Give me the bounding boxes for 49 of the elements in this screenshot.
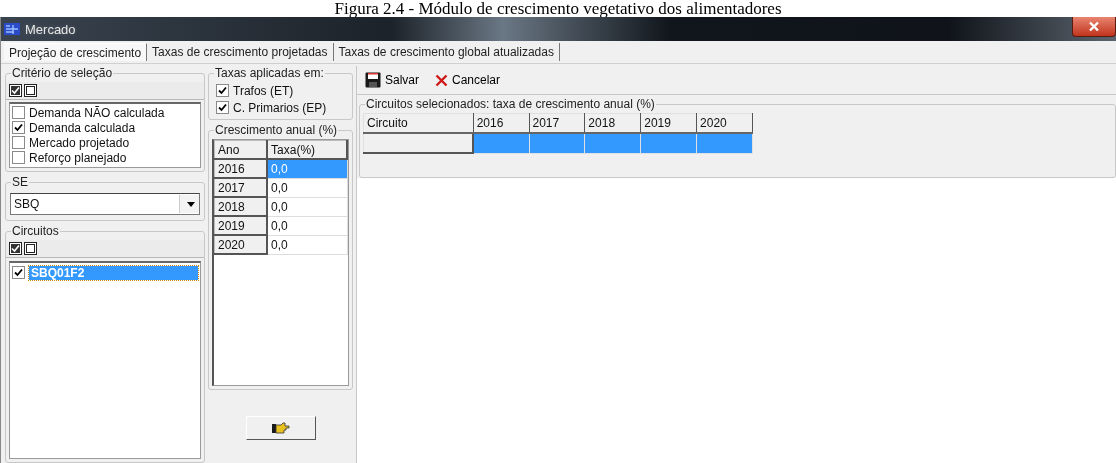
checkbox-label: Trafos (ET) [233, 83, 294, 98]
tab[interactable]: Taxas de crescimento global atualizadas [333, 43, 560, 61]
se-dropdown[interactable]: SBQ [10, 193, 200, 215]
checkbox[interactable] [12, 136, 25, 149]
group-title: Crescimento anual (%) [215, 123, 338, 137]
checkbox[interactable] [216, 84, 229, 97]
column-header: Taxa(%) [267, 140, 347, 159]
checkbox[interactable] [12, 106, 25, 119]
checkbox[interactable] [216, 101, 229, 114]
group-title: Taxas aplicadas em: [215, 66, 324, 80]
close-icon[interactable] [1088, 21, 1100, 32]
tab[interactable]: Taxas de crescimento projetadas [147, 43, 334, 61]
option-label: Demanda NÃO calculada [29, 105, 165, 120]
checkbox[interactable] [12, 151, 25, 164]
option-label: Demanda calculada [29, 120, 136, 135]
checkbox[interactable] [12, 266, 25, 279]
window-title: Mercado [25, 21, 76, 37]
option-label: Mercado projetado [29, 135, 130, 150]
column-header: Ano [214, 140, 268, 159]
option-label: Reforço planejado [29, 150, 127, 165]
group-title: Circuitos selecionados: taxa de crescimento anual (%) [366, 97, 655, 111]
table-cell[interactable]: 0,0 [267, 235, 347, 254]
check-all-icon[interactable] [9, 84, 22, 97]
table-cell[interactable]: 0,0 [267, 178, 347, 197]
column-header: 2016 [473, 113, 529, 133]
column-header: Circuito [363, 113, 474, 133]
checkbox[interactable] [12, 121, 25, 134]
figure-caption: Figura 2.4 - Módulo de crescimento vegetativo dos alimentadores [334, 0, 782, 17]
table-cell[interactable]: 0,0 [267, 216, 347, 235]
uncheck-all-icon[interactable] [24, 84, 37, 97]
checkbox-label: C. Primarios (EP) [233, 100, 327, 115]
uncheck-all-icon[interactable] [24, 242, 37, 255]
column-header: 2017 [529, 113, 585, 133]
cancel-button[interactable]: Cancelar [433, 70, 503, 90]
pointing-hand-icon [271, 422, 290, 434]
check-all-icon[interactable] [9, 242, 22, 255]
column-header: 2019 [640, 113, 697, 133]
apply-button[interactable] [245, 416, 316, 440]
group-title: Circuitos [12, 224, 59, 238]
group-title: SE [12, 175, 28, 189]
table-cell[interactable]: 0,0 [267, 197, 347, 216]
app-icon [3, 22, 21, 36]
group-title: Critério de seleção [12, 66, 113, 80]
column-header: 2020 [696, 113, 753, 133]
close-button[interactable] [1072, 17, 1116, 37]
cross-icon [435, 73, 448, 87]
column-header: 2018 [584, 113, 641, 133]
tab[interactable]: Projeção de crescimento [4, 43, 148, 61]
save-button[interactable]: Salvar [363, 70, 421, 90]
